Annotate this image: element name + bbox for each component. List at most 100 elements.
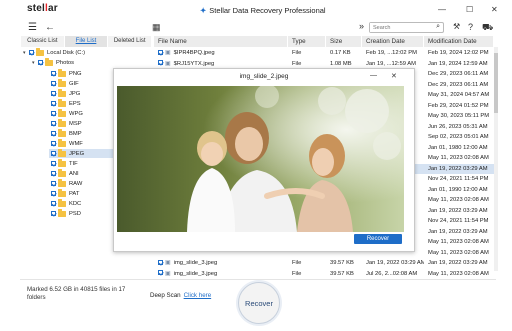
folder-icon	[58, 109, 66, 117]
minimize-button[interactable]: —	[438, 5, 446, 14]
modified-cell: May 31, 2024 04:57 AM	[428, 92, 490, 98]
preview-recover-button[interactable]: Recover	[354, 234, 402, 244]
table-row[interactable]: ▣ img_slide_3.jpeg File 39.57 KB Jul 26, 2..…	[154, 269, 494, 279]
checkbox[interactable]	[51, 111, 56, 116]
modified-cell: Jan 19, 2024 12:59 AM	[428, 60, 488, 67]
folder-icon	[58, 199, 66, 207]
tree-item-msp[interactable]: MSP	[51, 119, 82, 128]
tree-item-label: JPEG	[69, 150, 85, 157]
tree-item-photos[interactable]: ▾ Photos	[32, 58, 74, 67]
tree-item-ani[interactable]: ANI	[51, 169, 79, 178]
tree-item-local-disk[interactable]: ▾ Local Disk (C:)	[23, 48, 85, 57]
expand-caret-icon[interactable]: ▾	[23, 50, 28, 56]
created-cell: Jan 19, 2022 03:29 AM	[366, 260, 424, 266]
search-input[interactable]	[370, 23, 430, 32]
image-file-icon: ▣	[165, 50, 171, 56]
column-header-size[interactable]: Size	[326, 36, 362, 47]
tree-item-raw[interactable]: RAW	[51, 179, 82, 188]
checkbox[interactable]	[51, 151, 56, 156]
expand-caret-icon[interactable]: ▾	[32, 60, 37, 66]
tree-item-wmf[interactable]: WMF	[51, 139, 83, 148]
modified-cell: May 30, 2023 05:11 PM	[428, 113, 490, 119]
back-arrow-icon[interactable]: ←	[45, 22, 55, 33]
table-row[interactable]: ▣ img_slide_3.jpeg File 39.57 KB Jan 19, 202…	[154, 258, 494, 268]
app-logo: stellar	[27, 3, 58, 14]
created-cell: Jan 19, ...12:59 AM	[366, 60, 416, 67]
magnifier-icon[interactable]: ⌕	[436, 23, 440, 31]
search-input-box[interactable]: ⌕	[369, 22, 444, 33]
type-cell: File	[292, 50, 302, 56]
table-row[interactable]: ▣ $RJ15YTX.jpeg File 1.08 MB Jan 19, ...12:5…	[154, 59, 494, 69]
double-chevron-icon[interactable]: »	[359, 21, 364, 31]
preview-close-button[interactable]: ✕	[391, 72, 397, 80]
tree-item-psd[interactable]: PSD	[51, 209, 81, 218]
checkbox[interactable]	[158, 49, 163, 55]
deep-scan-prompt: Deep Scan Click here	[150, 292, 211, 299]
checkbox[interactable]	[38, 60, 43, 65]
checkbox[interactable]	[158, 259, 163, 265]
column-header-type[interactable]: Type	[288, 36, 326, 47]
deep-scan-link[interactable]: Click here	[184, 292, 212, 299]
modified-cell: Dec 29, 2023 06:11 AM	[428, 81, 489, 88]
folder-icon	[58, 189, 66, 197]
table-row[interactable]: ▣ $IPR4BPQ.jpeg File 0.17 KB Feb 19, ...12:0…	[154, 48, 494, 58]
maximize-button[interactable]: ☐	[466, 5, 473, 14]
checkbox[interactable]	[51, 101, 56, 106]
tree-item-tif[interactable]: TIF	[51, 159, 78, 168]
column-header-file-name[interactable]: File Name	[154, 36, 288, 47]
folder-icon	[58, 209, 66, 217]
tab-classic-list[interactable]: Classic List	[21, 36, 65, 47]
checkbox[interactable]	[51, 71, 56, 76]
checkbox[interactable]	[51, 211, 56, 216]
checkbox[interactable]	[29, 50, 34, 55]
checkbox[interactable]	[51, 201, 56, 206]
stellar-mark-icon: ✦	[200, 6, 207, 15]
file-name-cell: ▣ $IPR4BPQ.jpeg	[154, 48, 288, 58]
tree-item-label: WPG	[69, 110, 83, 117]
checkbox[interactable]	[51, 171, 56, 176]
grid-view-icon[interactable]: ▦	[152, 22, 161, 33]
hamburger-icon[interactable]: ☰	[28, 22, 37, 33]
tab-deleted-list[interactable]: Deleted List	[108, 36, 153, 47]
vertical-scrollbar[interactable]	[494, 47, 498, 271]
checkbox[interactable]	[51, 81, 56, 86]
help-icon[interactable]: ?	[468, 22, 473, 32]
checkbox[interactable]	[51, 181, 56, 186]
checkbox[interactable]	[51, 191, 56, 196]
cart-icon[interactable]: ⛟	[482, 22, 493, 34]
tree-item-kdc[interactable]: KDC	[51, 199, 81, 208]
close-button[interactable]: ✕	[491, 5, 498, 14]
folder-icon	[58, 169, 66, 177]
tab-file-list[interactable]: File List	[64, 36, 109, 47]
tree-item-png[interactable]: PNG	[51, 69, 82, 78]
tree-item-pat[interactable]: PAT	[51, 189, 79, 198]
checkbox[interactable]	[51, 131, 56, 136]
preview-minimize-button[interactable]: —	[370, 72, 377, 79]
checkbox[interactable]	[51, 161, 56, 166]
checkbox[interactable]	[51, 141, 56, 146]
tree-item-jpeg[interactable]: JPEG	[49, 149, 119, 158]
modified-cell: May 11, 2023 02:08 AM	[428, 155, 489, 161]
tree-item-gif[interactable]: GIF	[51, 79, 79, 88]
image-file-icon: ▣	[165, 270, 171, 277]
modified-cell: Jan 01, 1980 12:00 AM	[428, 144, 488, 151]
recover-button[interactable]: Recover	[238, 282, 280, 324]
checkbox[interactable]	[51, 91, 56, 96]
scrollbar-thumb[interactable]	[494, 53, 498, 113]
tree-item-jpg[interactable]: JPG	[51, 89, 80, 98]
tree-item-wpg[interactable]: WPG	[51, 109, 83, 118]
wrench-icon[interactable]: ⚒	[453, 22, 460, 31]
checkbox[interactable]	[158, 60, 163, 66]
checkbox[interactable]	[51, 121, 56, 126]
column-header-creation-date[interactable]: Creation Date	[362, 36, 424, 47]
tree-item-bmp[interactable]: BMP	[51, 129, 82, 138]
column-header-modification-date[interactable]: Modification Date	[424, 36, 494, 47]
folder-icon	[58, 69, 66, 77]
tree-item-label: KDC	[69, 200, 82, 207]
tree-item-label: WMF	[69, 140, 83, 147]
checkbox[interactable]	[158, 270, 163, 276]
modified-cell: May 11, 2023 02:08 AM	[428, 249, 489, 256]
title-bar: stellar ✦ Stellar Data Recovery Professio…	[0, 0, 512, 19]
tree-item-eps[interactable]: EPS	[51, 99, 81, 108]
preview-title: img_slide_2.jpeg	[239, 73, 289, 80]
